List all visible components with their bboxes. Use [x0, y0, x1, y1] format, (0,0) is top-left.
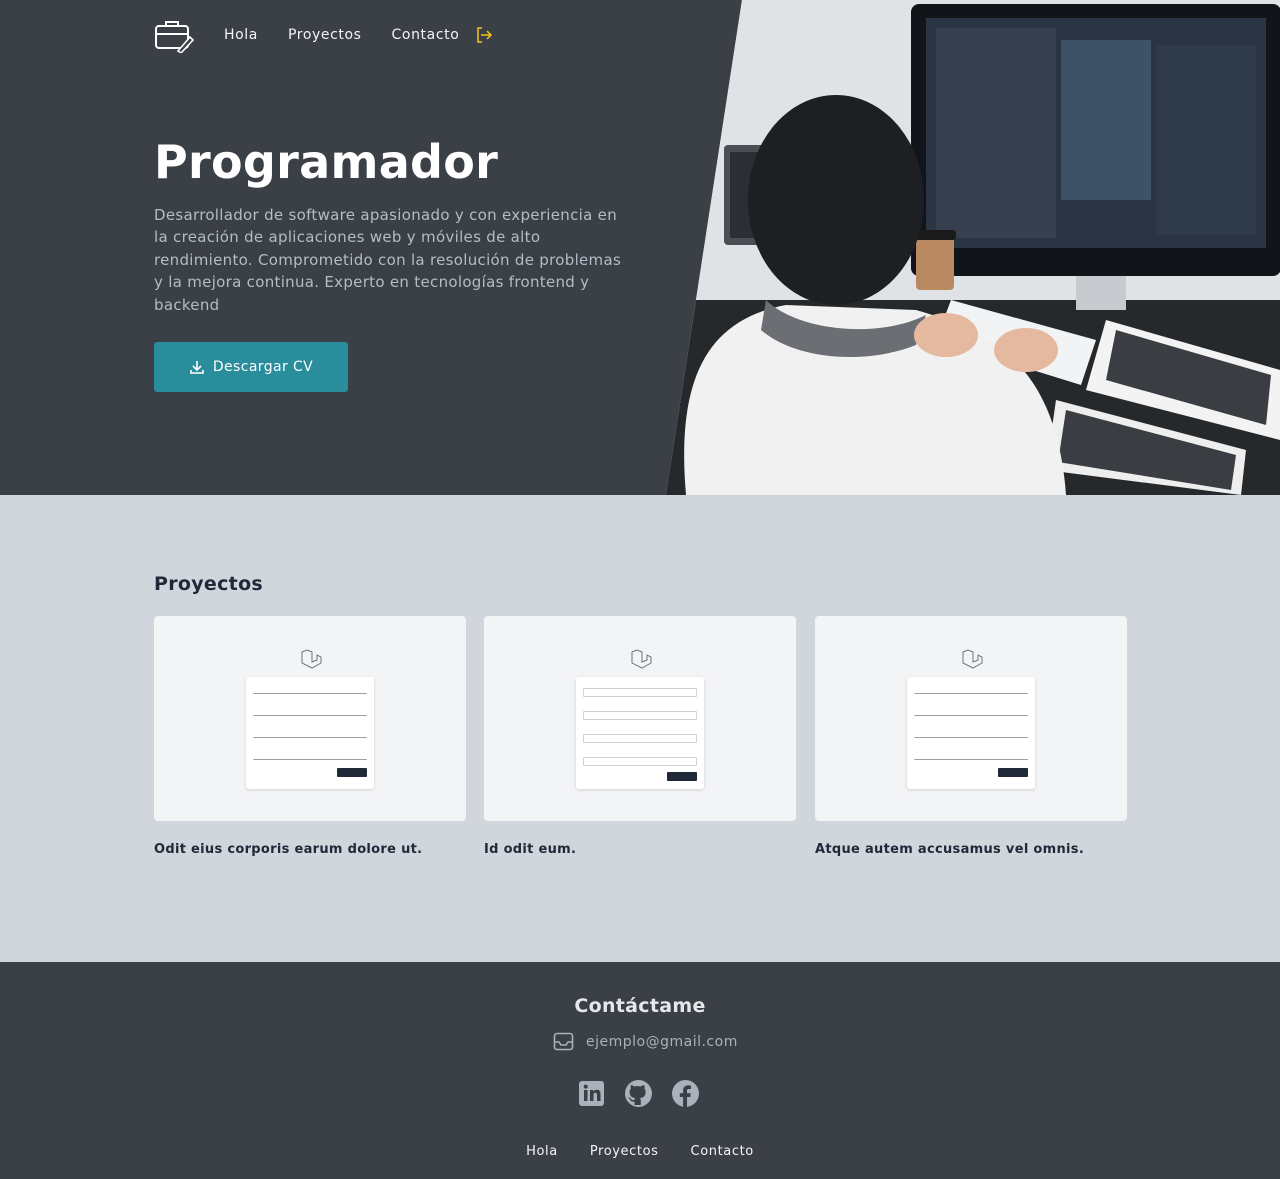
project-title[interactable]: Odit eius corporis earum dolore ut.	[154, 842, 466, 857]
hero-photo	[666, 0, 1280, 495]
project-title[interactable]: Atque autem accusamus vel omnis.	[815, 842, 1127, 857]
email-text[interactable]: ejemplo@gmail.com	[586, 1034, 738, 1050]
laravel-logo-icon	[962, 649, 983, 669]
download-cv-label: Descargar CV	[212, 359, 314, 375]
laravel-logo-icon	[631, 649, 652, 669]
github-icon[interactable]	[624, 1079, 653, 1108]
linkedin-icon[interactable]	[577, 1079, 606, 1108]
footer: Contáctame ejemplo@gmail.com Hola Proyec…	[0, 962, 1280, 1179]
projects-section: Proyectos ​ Odit eius corporis earum dol…	[0, 495, 1280, 962]
form-preview: ​	[246, 677, 374, 789]
projects-heading: Proyectos	[154, 573, 264, 595]
footer-link-proyectos[interactable]: Proyectos	[590, 1144, 659, 1159]
form-preview: ​	[576, 677, 704, 789]
top-nav: Hola Proyectos Contacto	[154, 17, 493, 53]
project-card[interactable]: ​ Id odit eum.	[484, 616, 796, 857]
mail-inbox-icon	[553, 1032, 574, 1051]
footer-link-contacto[interactable]: Contacto	[691, 1144, 754, 1159]
download-icon	[190, 361, 204, 374]
hero-section: Hola Proyectos Contacto Programador Desa…	[0, 0, 1280, 495]
laravel-logo-icon	[301, 649, 322, 669]
social-links	[577, 1079, 700, 1108]
hero-description: Desarrollador de software apasionado y c…	[154, 206, 622, 314]
download-cv-button[interactable]: Descargar CV	[154, 342, 348, 392]
logout-icon[interactable]	[475, 26, 493, 44]
nav-link-proyectos[interactable]: Proyectos	[288, 27, 362, 43]
nav-link-contacto[interactable]: Contacto	[392, 27, 460, 43]
project-thumbnail[interactable]: ​	[484, 616, 796, 821]
footer-nav: Hola Proyectos Contacto	[0, 1144, 1280, 1159]
project-title[interactable]: Id odit eum.	[484, 842, 796, 857]
hero-title: Programador	[154, 135, 499, 189]
project-thumbnail[interactable]: ​	[154, 616, 466, 821]
footer-link-hola[interactable]: Hola	[526, 1144, 558, 1159]
project-thumbnail[interactable]: ​	[815, 616, 1127, 821]
nav-link-hola[interactable]: Hola	[224, 27, 258, 43]
contact-email[interactable]: ejemplo@gmail.com	[553, 1031, 738, 1052]
briefcase-logo-icon[interactable]	[154, 17, 194, 53]
project-card[interactable]: ​ Atque autem accusamus vel omnis.	[815, 616, 1127, 857]
programmer-illustration	[666, 0, 1280, 495]
facebook-icon[interactable]	[671, 1079, 700, 1108]
form-preview: ​	[907, 677, 1035, 789]
contact-heading: Contáctame	[574, 995, 706, 1017]
project-card[interactable]: ​ Odit eius corporis earum dolore ut.	[154, 616, 466, 857]
